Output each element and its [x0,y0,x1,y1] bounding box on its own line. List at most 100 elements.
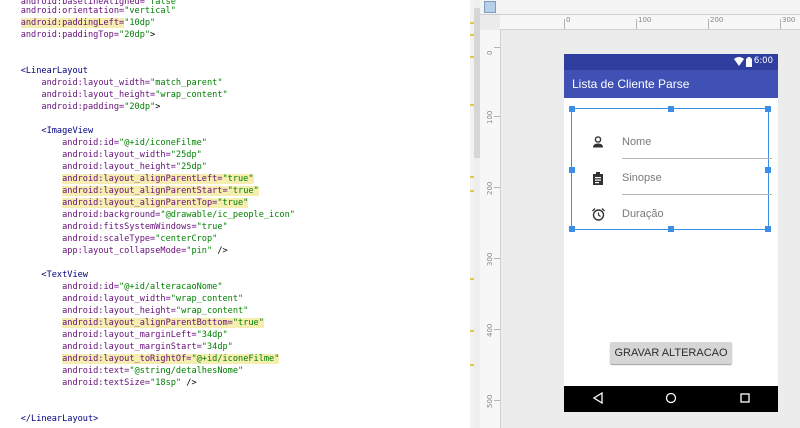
code-token: "true" [217,198,249,208]
resize-handle-top-left[interactable] [569,106,575,112]
code-line: android:layout_height="wrap_content" [0,305,248,317]
home-icon[interactable] [664,391,678,405]
code-line: <TextView [0,269,88,281]
status-bar: 6:00 [564,54,778,70]
ruler-tick [636,19,637,29]
code-line: <ImageView [0,125,93,137]
design-toolbar [480,0,800,15]
code-token: "@+id/iconeFilme" [119,138,207,148]
code-token: "true" [196,222,228,232]
field-label: Sinopse [622,172,662,184]
save-button[interactable]: GRAVAR ALTERACAO [610,342,732,364]
field-nome[interactable]: Nome [572,126,772,162]
code-token: "wrap_content" [170,294,244,304]
layout-design-preview: 0 100 200 300 0 100 200 300 400 500 6:00 Lista d… [480,0,800,428]
code-token: android:layout_width= [41,78,151,88]
wifi-icon [734,57,744,66]
code-token: "true" [232,318,264,328]
code-line: android:layout_alignParentBottom="true" [0,317,264,329]
code-line: android:text="@string/detalhesNome" [0,365,243,377]
palette-icon[interactable] [484,1,496,13]
code-token: android:layout_alignParentTop= [62,198,218,208]
code-token: "10dp" [124,18,156,28]
code-token: </LinearLayout> [20,414,99,424]
code-line: android:layout_height="25dp" [0,161,207,173]
code-token: android:orientation= [20,6,125,16]
code-token: "20dp" [124,102,156,112]
code-token: android:fitsSystemWindows= [62,222,197,232]
battery-icon [746,57,752,67]
code-token: android:paddingTop= [20,30,120,40]
code-token: "wrap_content" [175,306,249,316]
code-token: "20dp" [119,30,151,40]
clipboard-icon [593,172,603,185]
code-token: "true" [227,186,259,196]
code-token: android:layout_alignParentLeft= [62,174,223,184]
ruler-label: 100 [638,16,652,24]
code-token: > [155,102,161,112]
code-line: android:layout_alignParentStart="true" [0,185,259,197]
code-token: > [150,30,156,40]
code-token: android:layout_toRightOf= [62,354,192,364]
code-line: android:layout_width="25dp" [0,149,202,161]
xml-code-editor[interactable]: android:baselineAligned="false" android:… [0,0,474,428]
ruler-vertical: 0 100 200 300 400 500 [480,30,501,428]
field-duracao[interactable]: Duração [572,198,768,234]
field-label: Nome [622,136,652,148]
code-token: "34dp" [201,342,233,352]
code-token: android:layout_alignParentStart= [62,186,228,196]
field-sinopse[interactable]: Sinopse [572,162,772,198]
code-token: "match_parent" [150,78,223,88]
phone-preview: 6:00 Lista de Cliente Parse Nome Sinopse… [564,54,778,412]
code-token: app:layout_collapseMode= [62,246,187,256]
code-token: "wrap_content" [155,90,228,100]
field-underline [622,158,772,159]
code-token: android:id= [62,138,120,148]
back-icon[interactable] [591,391,605,405]
code-line: android:paddingLeft="10dp" [0,17,155,29]
code-line: </LinearLayout> [0,413,99,425]
code-line: android:id="@+id/iconeFilme" [0,137,207,149]
resize-handle-top[interactable] [668,106,674,112]
code-token: android:id= [62,282,120,292]
code-line: android:layout_width="wrap_content" [0,293,243,305]
ruler-tick [780,19,781,29]
resize-handle-top-right[interactable] [765,106,771,112]
ruler-label: 0 [566,16,571,24]
ruler-label: 300 [782,16,796,24]
code-token: <LinearLayout [20,66,88,76]
ruler-tick [708,19,709,29]
code-token: android:layout_alignParentBottom= [62,318,233,328]
ruler-label: 100 [486,110,494,124]
code-token: android:layout_marginLeft= [62,330,197,340]
code-token: "centerCrop" [155,234,218,244]
code-line: android:layout_toRightOf="@+id/iconeFilm… [0,353,280,365]
ruler-tick [494,116,500,117]
code-token: android:layout_height= [62,162,176,172]
ruler-tick [494,47,500,48]
ruler-tick [564,19,565,29]
recents-icon[interactable] [738,391,752,405]
